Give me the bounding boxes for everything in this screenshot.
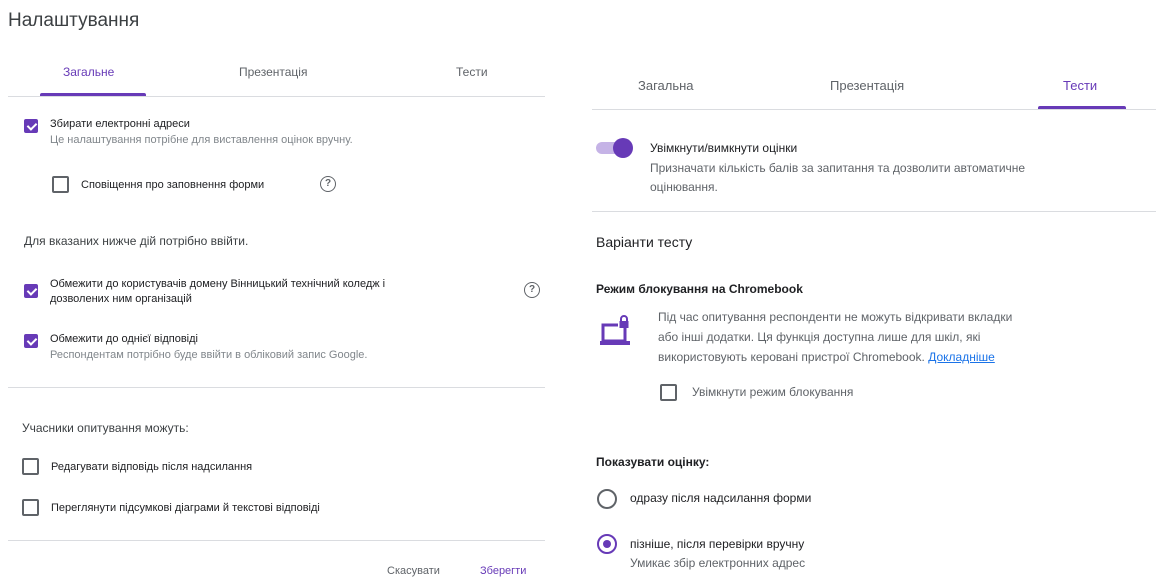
tab-general[interactable]: Загальне <box>63 65 114 79</box>
locked-mode-heading: Режим блокування на Chromebook <box>596 282 803 296</box>
sign-in-heading: Для вказаних нижче дій потрібно ввійти. <box>24 234 249 248</box>
help-icon[interactable]: ? <box>320 176 336 192</box>
learn-more-link[interactable]: Докладніше <box>928 350 995 364</box>
collect-emails-label: Збирати електронні адреси <box>50 118 190 130</box>
restrict-domain-checkbox[interactable] <box>24 284 38 298</box>
release-later-label: пізніше, після перевірки вручну <box>630 537 805 551</box>
tab-presentation[interactable]: Презентація <box>239 65 307 79</box>
tab-general[interactable]: Загальна <box>638 78 694 93</box>
locked-mode-checkbox[interactable] <box>660 384 677 401</box>
one-response-checkbox[interactable] <box>24 334 38 348</box>
laptop-lock-icon <box>600 313 632 347</box>
one-response-label: Обмежити до однієї відповіді <box>50 333 198 345</box>
restrict-domain-label-line2: дозволених ним організацій <box>50 293 192 305</box>
see-summary-label: Переглянути підсумкові діаграми й тексто… <box>51 502 320 514</box>
dialog-title: Налаштування <box>8 10 140 31</box>
respondents-heading: Учасники опитування можуть: <box>22 421 189 435</box>
notifications-label: Сповіщення про заповнення форми <box>81 179 265 191</box>
section-divider <box>8 387 545 388</box>
tab-divider <box>592 109 1156 110</box>
locked-mode-text-line3-body: використовують керовані пристрої Chromeb… <box>658 350 925 364</box>
quiz-toggle-description-line1: Призначати кількість балів за запитання … <box>650 161 1026 175</box>
release-later-description: Умикає збір електронних адрес <box>630 556 806 570</box>
tab-presentation[interactable]: Презентація <box>830 78 904 93</box>
collect-emails-checkbox[interactable] <box>24 119 38 133</box>
help-icon[interactable]: ? <box>524 282 540 298</box>
quiz-toggle-label: Увімкнути/вимкнути оцінки <box>650 141 798 155</box>
collect-emails-description: Це налаштування потрібне для виставлення… <box>50 134 353 146</box>
one-response-description: Респондентам потрібно буде ввійти в облі… <box>50 349 368 361</box>
tab-divider <box>8 96 545 97</box>
locked-mode-text-line2: або інші додатки. Ця функція доступна ли… <box>658 330 981 344</box>
release-immediately-radio[interactable] <box>597 489 617 509</box>
release-grade-heading: Показувати оцінку: <box>596 455 710 469</box>
edit-after-submit-checkbox[interactable] <box>22 458 39 475</box>
toggle-knob <box>613 138 633 158</box>
quiz-options-heading: Варіанти тесту <box>596 234 693 250</box>
section-divider <box>592 211 1156 212</box>
notifications-checkbox[interactable] <box>52 176 69 193</box>
locked-mode-checkbox-label: Увімкнути режим блокування <box>692 385 854 399</box>
footer-divider <box>8 540 545 541</box>
see-summary-checkbox[interactable] <box>22 499 39 516</box>
release-immediately-label: одразу після надсилання форми <box>630 491 812 505</box>
tab-quizzes[interactable]: Тести <box>1063 78 1097 93</box>
quiz-toggle-description-line2: оцінювання. <box>650 180 718 194</box>
tab-quizzes[interactable]: Тести <box>456 65 488 79</box>
edit-after-submit-label: Редагувати відповідь після надсилання <box>51 461 253 473</box>
locked-mode-text-line3: використовують керовані пристрої Chromeb… <box>658 350 995 364</box>
save-button[interactable]: Зберегти <box>480 565 526 577</box>
cancel-button[interactable]: Скасувати <box>387 565 440 577</box>
quiz-toggle[interactable] <box>596 138 633 158</box>
release-later-radio[interactable] <box>597 534 617 554</box>
locked-mode-text-line1: Під час опитування респонденти не можуть… <box>658 310 1013 324</box>
restrict-domain-label-line1: Обмежити до користувачів домену Вінницьк… <box>50 278 386 290</box>
